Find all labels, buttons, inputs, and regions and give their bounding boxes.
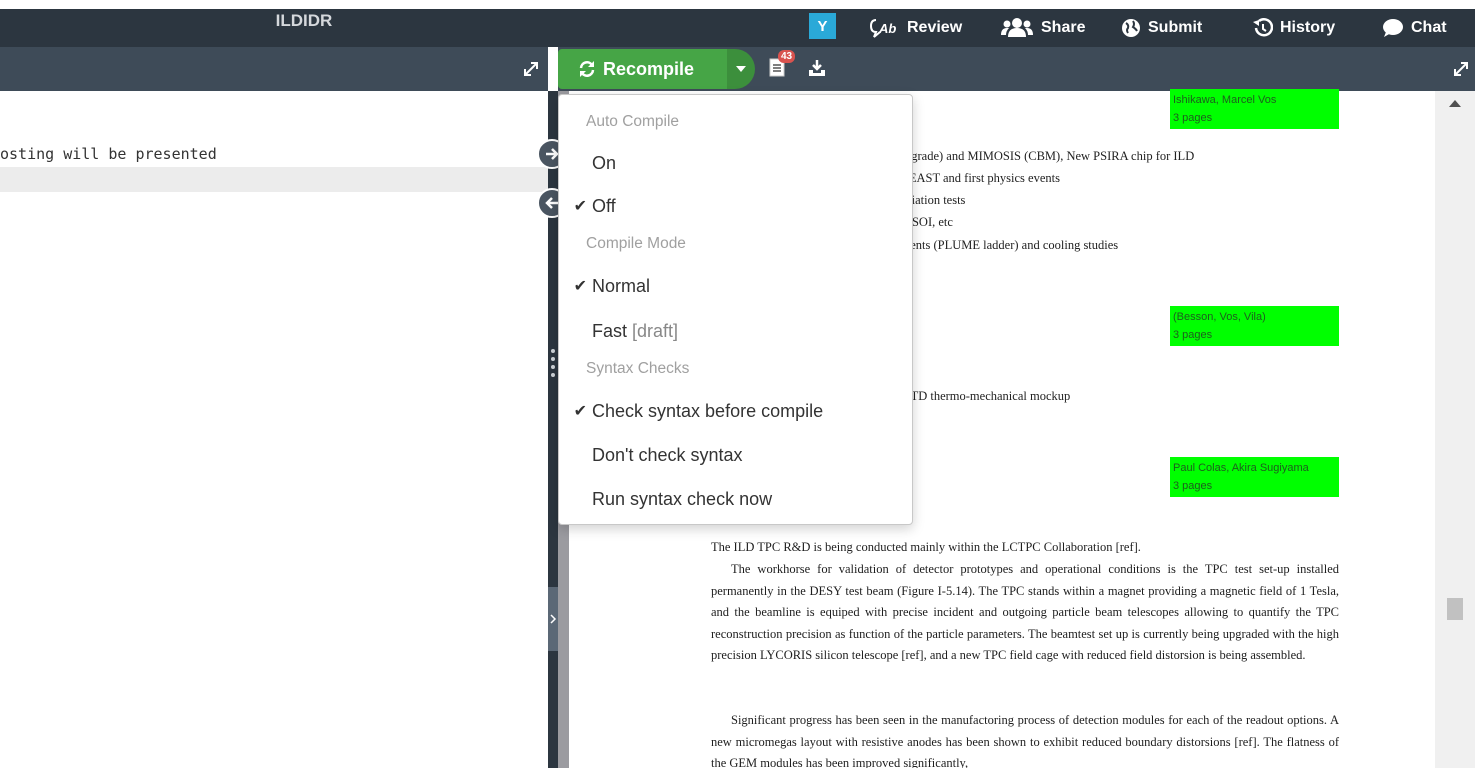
project-title: ILDIDR (275, 11, 333, 30)
caret-down-icon (736, 66, 746, 72)
menu-item-label: Don't check syntax (592, 444, 743, 465)
dont-check-syntax-item[interactable]: Don't check syntax (559, 435, 912, 475)
pdf-text-line: nd FTD thermo-mechanical mockup (888, 389, 1071, 403)
note-authors: Ishikawa, Marcel Vos (1173, 94, 1277, 106)
share-button[interactable]: Share (1000, 9, 1085, 47)
scroll-up-arrow[interactable] (1449, 100, 1461, 107)
note-pages: 3 pages (1173, 112, 1213, 124)
logs-count-badge: 43 (778, 50, 796, 63)
submit-label: Submit (1148, 19, 1203, 36)
active-line-highlight (0, 167, 548, 192)
share-label: Share (1041, 19, 1086, 36)
code-editor[interactable] (0, 91, 548, 768)
pdf-text-line: E upgrade) and MIMOSIS (CBM), New PSIRA … (888, 149, 1195, 163)
history-button[interactable]: History (1251, 9, 1335, 47)
checkmark-icon: ✔ (573, 278, 587, 295)
margin-note: (Besson, Vos, Vila) 3 pages (1170, 306, 1339, 346)
review-label: Review (907, 19, 963, 36)
divider-toggle-handle[interactable] (548, 587, 558, 651)
arrow-left-icon (545, 197, 558, 209)
review-button[interactable]: Ab Review (870, 9, 962, 47)
note-authors: (Besson, Vos, Vila) (1173, 311, 1266, 323)
note-pages: 3 pages (1173, 329, 1213, 341)
recompile-options-menu: Auto Compile On ✔ Off Compile Mode ✔ Nor… (558, 94, 913, 525)
fast-label: Fast (592, 320, 628, 341)
draft-suffix: [draft] (632, 320, 679, 341)
recompile-button[interactable]: Recompile (558, 49, 727, 89)
scroll-thumb[interactable] (1447, 598, 1463, 620)
pdf-paragraph: Significant progress has been seen in th… (711, 713, 1339, 768)
editor-toolbar (0, 47, 548, 91)
pdf-text-line: opments (PLUME ladder) and cooling studi… (888, 238, 1119, 252)
checkmark-icon: ✔ (573, 403, 587, 420)
users-icon (1001, 18, 1033, 37)
compile-mode-fast-item[interactable]: Fast [draft] (559, 311, 912, 351)
pdf-paragraph: The workhorse for validation of detector… (711, 562, 1339, 663)
compile-mode-normal-item[interactable]: ✔ Normal (559, 266, 912, 306)
menu-item-label: On (592, 152, 617, 173)
chat-label: Chat (1411, 19, 1447, 36)
review-icon: Ab (870, 19, 896, 38)
menu-item-label: Check syntax before compile (592, 400, 824, 421)
pdf-scrollbar[interactable] (1435, 91, 1475, 768)
compile-mode-header: Compile Mode (586, 235, 686, 252)
download-icon[interactable] (808, 59, 826, 77)
history-icon (1253, 18, 1273, 37)
globe-icon (1122, 19, 1140, 37)
code-text-line[interactable]: osting will be presented (0, 145, 217, 163)
chevron-right-icon (550, 614, 557, 624)
auto-compile-header: Auto Compile (586, 113, 680, 130)
margin-note: Ishikawa, Marcel Vos 3 pages (1170, 89, 1339, 129)
svg-text:Ab: Ab (878, 21, 896, 36)
syntax-checks-header: Syntax Checks (586, 360, 690, 377)
menu-item-label: Fast [draft] (592, 321, 678, 342)
history-label: History (1280, 19, 1336, 36)
top-navbar: ILDIDR Y Ab Review Share Submit History … (0, 0, 1475, 47)
expand-editor-icon[interactable] (522, 60, 540, 78)
note-authors: Paul Colas, Akira Sugiyama (1173, 462, 1309, 474)
refresh-icon (579, 61, 595, 77)
arrow-right-icon (546, 148, 559, 160)
pdf-text-line: 2, BEAST and first physics events (888, 171, 1060, 185)
menu-item-label: Off (592, 195, 616, 216)
checkmark-icon: ✔ (573, 198, 587, 215)
note-pages: 3 pages (1173, 480, 1213, 492)
recompile-label: Recompile (603, 58, 695, 79)
auto-compile-off-item[interactable]: ✔ Off (559, 186, 912, 226)
user-avatar[interactable]: Y (809, 13, 836, 39)
menu-item-label: Run syntax check now (592, 488, 773, 509)
chat-button[interactable]: Chat (1382, 9, 1447, 47)
submit-button[interactable]: Submit (1121, 9, 1202, 47)
run-syntax-check-item[interactable]: Run syntax check now (559, 479, 912, 519)
chat-bubble-icon (1383, 19, 1403, 37)
menu-item-label: Normal (592, 275, 651, 296)
margin-note: Paul Colas, Akira Sugiyama 3 pages (1170, 457, 1339, 497)
pdf-paragraph-intro: The ILD TPC R&D is being conducted mainl… (711, 540, 1141, 554)
check-syntax-before-item[interactable]: ✔ Check syntax before compile (559, 391, 912, 431)
drag-grip-icon[interactable] (550, 347, 556, 379)
expand-pdf-icon[interactable] (1452, 60, 1470, 78)
auto-compile-on-item[interactable]: On (559, 143, 912, 183)
